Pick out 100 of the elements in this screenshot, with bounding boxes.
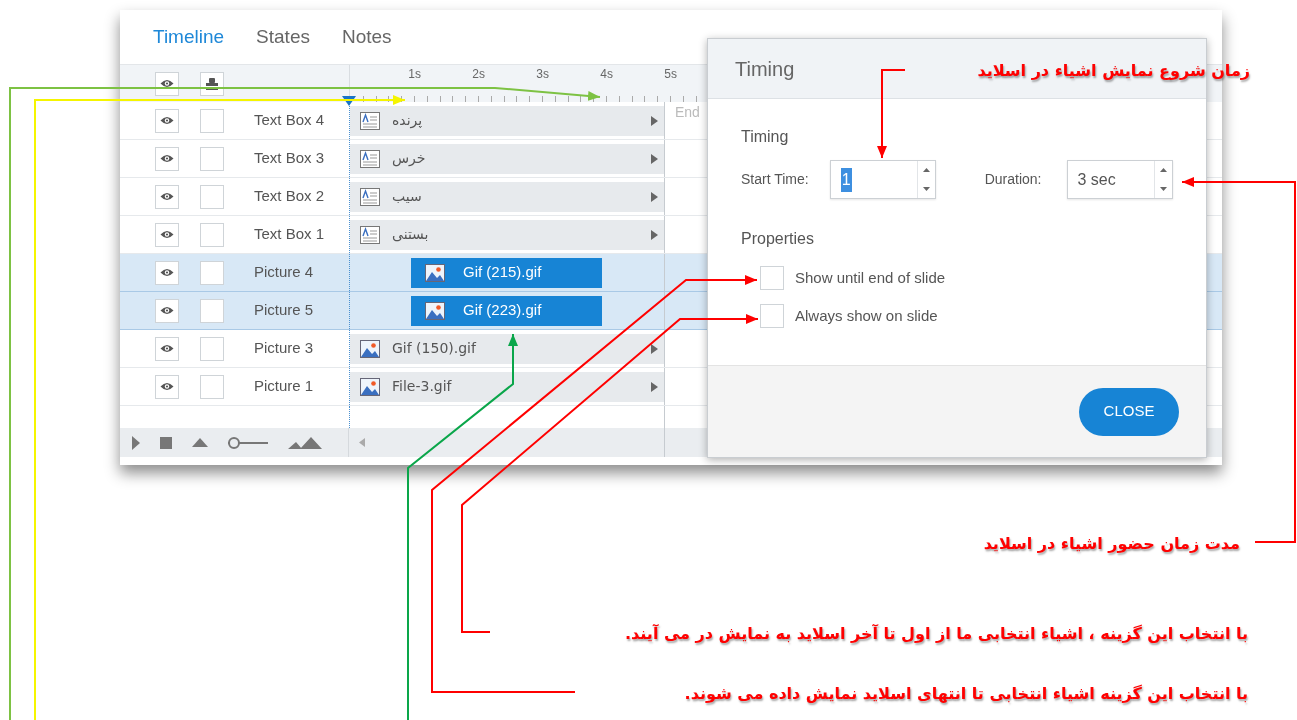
ruler-label: 1s — [408, 67, 421, 81]
visibility-toggle[interactable] — [155, 184, 179, 209]
show-all-button[interactable] — [155, 71, 179, 96]
spin-up-icon — [1159, 168, 1167, 173]
bar-label: Gif (150).gif — [392, 339, 478, 358]
playhead-icon — [342, 95, 356, 106]
close-button[interactable]: CLOSE — [1079, 387, 1179, 436]
expand-arrow-icon — [651, 115, 658, 126]
eye-icon — [160, 116, 174, 125]
tab[interactable]: States — [256, 22, 310, 52]
picture-icon — [425, 263, 445, 282]
bar-label: سیب — [392, 187, 423, 206]
lock-checkbox[interactable] — [200, 260, 224, 285]
timeline-bar[interactable]: Gif (150).gif — [350, 333, 664, 364]
bar-label: بستنی — [392, 225, 430, 244]
layer-name: Text Box 2 — [254, 186, 325, 207]
layer-name: Text Box 3 — [254, 148, 325, 169]
visibility-toggle[interactable] — [155, 146, 179, 171]
expand-arrow-icon — [651, 191, 658, 202]
bar-label: Gif (215).gif — [463, 262, 543, 283]
eye-icon — [160, 192, 174, 201]
lock-checkbox[interactable] — [200, 184, 224, 209]
end-label: End — [675, 104, 700, 120]
picture-icon — [360, 339, 380, 358]
slider-thumb[interactable] — [228, 436, 240, 449]
expand-arrow-icon — [651, 153, 658, 164]
layer-name: Picture 4 — [254, 262, 314, 283]
eye-icon — [160, 154, 174, 163]
checkbox[interactable] — [760, 304, 784, 328]
text-box-icon — [360, 149, 380, 168]
bar-label: خرس — [392, 149, 427, 169]
section-title: Properties — [741, 229, 815, 249]
zoom-slider[interactable] — [228, 436, 268, 449]
eye-icon — [160, 230, 174, 239]
ruler-label: 5s — [664, 67, 677, 81]
bar-label: Gif (223).gif — [463, 300, 543, 321]
lock-checkbox[interactable] — [200, 336, 224, 361]
picture-icon — [425, 301, 445, 320]
ruler-label: 2s — [472, 67, 485, 81]
picture-icon — [360, 377, 380, 396]
text-box-icon — [360, 225, 380, 244]
timeline-bar[interactable]: خرس — [350, 143, 664, 174]
stop-icon — [160, 436, 172, 449]
eye-icon — [160, 344, 174, 353]
visibility-toggle[interactable] — [155, 108, 179, 133]
lock-checkbox[interactable] — [200, 146, 224, 171]
lock-checkbox[interactable] — [200, 108, 224, 133]
eye-icon — [160, 268, 174, 277]
expand-arrow-icon — [651, 343, 658, 354]
timeline-bar[interactable]: File-3.gif — [350, 371, 664, 402]
annotation-text: زمان شروع نمایش اشیاء در اسلاید — [977, 60, 1250, 82]
start-time-spinbox[interactable]: 1 — [829, 160, 936, 199]
layer-name: Picture 3 — [254, 338, 314, 359]
lock-checkbox[interactable] — [200, 222, 224, 247]
scroll-left-icon — [359, 438, 365, 447]
eye-icon — [160, 79, 174, 88]
ruler-label: 3s — [536, 67, 549, 81]
spin-up-icon — [922, 168, 930, 173]
option-label: Show until end of slide — [795, 267, 946, 288]
visibility-toggle[interactable] — [155, 374, 179, 399]
tab[interactable]: Timeline — [153, 22, 225, 52]
ruler-label: 4s — [600, 67, 613, 81]
option-label: Always show on slide — [795, 305, 938, 326]
lock-all-button[interactable] — [200, 71, 224, 96]
timeline-bar[interactable]: پرنده — [350, 105, 664, 136]
lock-checkbox[interactable] — [200, 374, 224, 399]
small-mountain-icon — [192, 438, 208, 447]
annotation-text: با انتخاب این گزینه اشیاء انتخابی تا انتهای اسلاید نمایش داده می شوند. — [684, 683, 1248, 705]
layer-name: Picture 5 — [254, 300, 314, 321]
layer-name: Picture 1 — [254, 376, 314, 397]
expand-arrow-icon — [651, 229, 658, 240]
text-box-icon — [360, 187, 380, 206]
eye-icon — [160, 306, 174, 315]
timeline-bar[interactable]: Gif (215).gif — [411, 257, 602, 288]
bar-label: File-3.gif — [392, 377, 453, 396]
eye-icon — [160, 382, 174, 391]
annotation-text: با انتخاب این گزینه ، اشیاء انتخابی ما از اول تا آخر اسلاید به نمایش در می آیند. — [625, 623, 1248, 645]
spin-down-icon — [922, 186, 930, 191]
dialog-title: Timing — [735, 56, 795, 82]
tab[interactable]: Notes — [341, 22, 392, 52]
layer-name: Text Box 4 — [254, 110, 325, 131]
expand-arrow-icon — [651, 381, 658, 392]
visibility-toggle[interactable] — [155, 336, 179, 361]
visibility-toggle[interactable] — [155, 222, 179, 247]
text-box-icon — [360, 111, 380, 130]
bar-label: پرنده — [392, 111, 424, 131]
visibility-toggle[interactable] — [155, 260, 179, 285]
field-value: 1 — [840, 167, 852, 192]
timeline-bar[interactable]: Gif (223).gif — [411, 295, 602, 326]
spin-down-icon — [1159, 186, 1167, 191]
duration-spinbox[interactable]: 3 sec — [1066, 160, 1173, 199]
timeline-bar[interactable]: بستنی — [350, 219, 664, 250]
large-mountains-icon — [288, 436, 322, 449]
timeline-bar[interactable]: سیب — [350, 181, 664, 212]
lock-checkbox[interactable] — [200, 298, 224, 323]
checkbox[interactable] — [760, 266, 784, 290]
play-icon — [132, 435, 140, 450]
visibility-toggle[interactable] — [155, 298, 179, 323]
layer-name: Text Box 1 — [254, 224, 325, 245]
annotation-text: مدت زمان حضور اشیاء در اسلاید — [983, 533, 1240, 555]
